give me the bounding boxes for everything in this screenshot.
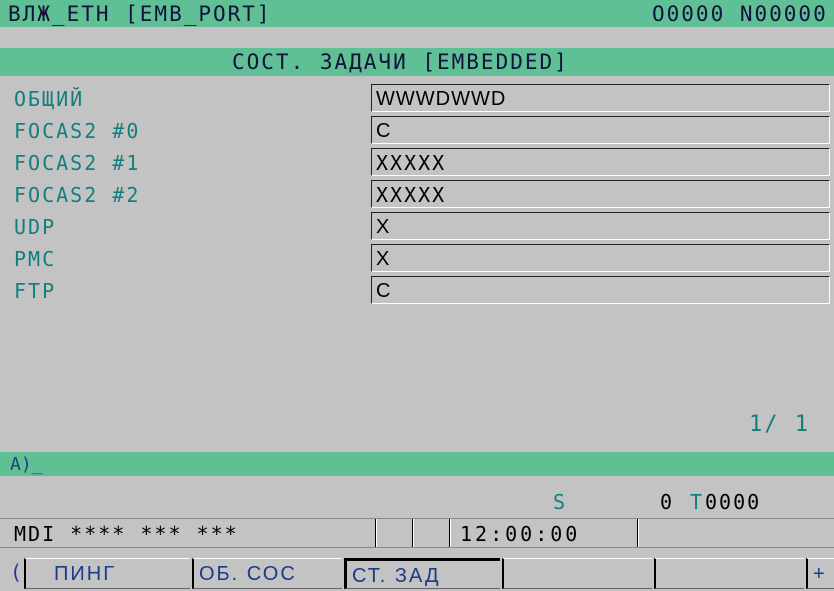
- task-label: FTP: [14, 279, 57, 303]
- program-number: O0000 N00000: [652, 2, 828, 26]
- command-line[interactable]: A)_: [0, 452, 834, 476]
- spindle-label: S: [553, 490, 566, 514]
- task-label: UDP: [14, 215, 57, 239]
- tool-value: 0000: [705, 490, 762, 514]
- section-title: СОСТ. ЗАДАЧИ [EMBEDDED]: [232, 50, 569, 74]
- softkey-ping[interactable]: ПИНГ: [24, 558, 190, 589]
- title-bar: ВЛЖ_ETH [EMB_PORT] O0000 N00000: [0, 0, 834, 27]
- list-item: ОБЩИЙ WWWDWWD: [0, 84, 834, 114]
- task-label: ОБЩИЙ: [14, 87, 85, 111]
- task-value: X: [371, 212, 830, 240]
- list-item: FTP C: [0, 276, 834, 306]
- softkey-bar: ( ПИНГ ОБ. СОС СТ. ЗАД +: [0, 556, 834, 591]
- softkey-empty-1[interactable]: [502, 558, 652, 589]
- task-label: FOCAS2 #0: [14, 119, 141, 143]
- spindle-value: 0: [660, 490, 675, 514]
- list-item: PMC X: [0, 244, 834, 274]
- clock: 12:00:00: [460, 522, 581, 546]
- task-value: WWWDWWD: [371, 84, 830, 112]
- next-page-button[interactable]: +: [806, 558, 834, 589]
- softkey-common-status[interactable]: ОБ. СОС: [192, 558, 342, 589]
- mode-indicator: MDI **** *** ***: [14, 522, 239, 546]
- divider: [637, 519, 638, 547]
- section-bar: СОСТ. ЗАДАЧИ [EMBEDDED]: [0, 48, 834, 76]
- task-value: XXXXX: [371, 148, 830, 176]
- page-indicator: 1/ 1: [749, 412, 810, 437]
- screen-title: ВЛЖ_ETH [EMB_PORT]: [8, 2, 272, 26]
- task-value: X: [371, 244, 830, 272]
- task-value: XXXXX: [371, 180, 830, 208]
- task-label: FOCAS2 #1: [14, 151, 141, 175]
- task-value: C: [371, 116, 830, 144]
- divider: [412, 519, 413, 547]
- task-label: PMC: [14, 247, 57, 271]
- list-item: FOCAS2 #0 C: [0, 116, 834, 146]
- status-line: MDI **** *** *** 12:00:00: [0, 518, 834, 548]
- tool-label: T: [690, 490, 703, 514]
- softkey-task-status[interactable]: СТ. ЗАД: [344, 558, 500, 589]
- divider: [375, 519, 376, 547]
- command-prompt[interactable]: A)_: [10, 454, 43, 475]
- softkey-empty-2[interactable]: [654, 558, 804, 589]
- spindle-tool-row: S 0 T 0000: [0, 490, 834, 516]
- prev-page-icon[interactable]: (: [10, 560, 22, 584]
- list-item: FOCAS2 #2 XXXXX: [0, 180, 834, 210]
- task-value: C: [371, 276, 830, 304]
- list-item: UDP X: [0, 212, 834, 242]
- divider: [449, 519, 450, 547]
- list-item: FOCAS2 #1 XXXXX: [0, 148, 834, 178]
- task-label: FOCAS2 #2: [14, 183, 141, 207]
- plus-icon: +: [813, 563, 827, 585]
